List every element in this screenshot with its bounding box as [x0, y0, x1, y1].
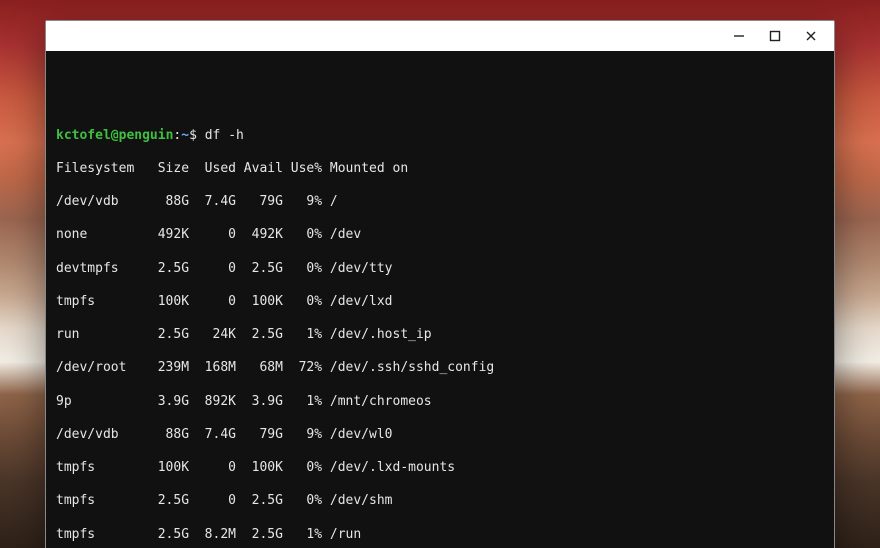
- cell-mount: /dev: [322, 227, 361, 244]
- cell-used: 892K: [189, 394, 236, 411]
- titlebar: [46, 21, 834, 51]
- cell-mount: /dev/.lxd-mounts: [322, 460, 455, 477]
- header-mounted: Mounted on: [322, 161, 408, 178]
- command-text: df -h: [205, 128, 244, 143]
- cell-filesystem: tmpfs: [56, 493, 142, 510]
- table-row: 9p3.9G892K3.9G1%/mnt/chromeos: [56, 394, 824, 411]
- cell-size: 2.5G: [142, 327, 189, 344]
- table-row: tmpfs100K0100K0%/dev/.lxd-mounts: [56, 460, 824, 477]
- table-row: none492K0492K0%/dev: [56, 227, 824, 244]
- cell-filesystem: /dev/root: [56, 360, 142, 377]
- cell-mount: /dev/.ssh/sshd_config: [322, 360, 494, 377]
- cell-filesystem: 9p: [56, 394, 142, 411]
- prompt-path: ~: [181, 128, 189, 143]
- table-row: /dev/root239M168M68M72%/dev/.ssh/sshd_co…: [56, 360, 824, 377]
- cell-usepct: 0%: [283, 294, 322, 311]
- terminal-pane[interactable]: kctofel@penguin:~$ df -h FilesystemSizeU…: [46, 51, 834, 548]
- cell-mount: /dev/.host_ip: [322, 327, 432, 344]
- cell-used: 8.2M: [189, 527, 236, 544]
- cell-avail: 492K: [236, 227, 283, 244]
- cell-mount: /mnt/chromeos: [322, 394, 432, 411]
- cell-usepct: 0%: [283, 493, 322, 510]
- cell-mount: /dev/tty: [322, 261, 392, 278]
- cell-size: 100K: [142, 460, 189, 477]
- cell-avail: 68M: [236, 360, 283, 377]
- cell-size: 239M: [142, 360, 189, 377]
- cell-filesystem: run: [56, 327, 142, 344]
- table-row: devtmpfs2.5G02.5G0%/dev/tty: [56, 261, 824, 278]
- cell-filesystem: none: [56, 227, 142, 244]
- minimize-button[interactable]: [722, 24, 756, 48]
- cell-mount: /: [322, 194, 338, 211]
- prompt-line-1: kctofel@penguin:~$ df -h: [56, 111, 824, 144]
- cell-filesystem: /dev/vdb: [56, 194, 142, 211]
- cell-usepct: 0%: [283, 261, 322, 278]
- cell-filesystem: tmpfs: [56, 527, 142, 544]
- cell-size: 492K: [142, 227, 189, 244]
- header-size: Size: [142, 161, 189, 178]
- cell-usepct: 0%: [283, 460, 322, 477]
- header-used: Used: [189, 161, 236, 178]
- cell-avail: 79G: [236, 194, 283, 211]
- cell-usepct: 1%: [283, 527, 322, 544]
- table-row: tmpfs2.5G8.2M2.5G1%/run: [56, 527, 824, 544]
- prompt-dollar: $: [189, 128, 197, 143]
- cell-usepct: 1%: [283, 394, 322, 411]
- close-button[interactable]: [794, 24, 828, 48]
- cell-avail: 2.5G: [236, 527, 283, 544]
- cell-used: 0: [189, 493, 236, 510]
- cell-avail: 100K: [236, 460, 283, 477]
- cell-usepct: 0%: [283, 227, 322, 244]
- cell-avail: 2.5G: [236, 493, 283, 510]
- cell-used: 0: [189, 261, 236, 278]
- cell-used: 168M: [189, 360, 236, 377]
- cell-used: 7.4G: [189, 194, 236, 211]
- cell-usepct: 9%: [283, 427, 322, 444]
- header-filesystem: Filesystem: [56, 161, 142, 178]
- maximize-button[interactable]: [758, 24, 792, 48]
- cell-usepct: 72%: [283, 360, 322, 377]
- cell-mount: /dev/lxd: [322, 294, 392, 311]
- cell-used: 0: [189, 294, 236, 311]
- cell-size: 2.5G: [142, 261, 189, 278]
- header-avail: Avail: [236, 161, 283, 178]
- cell-filesystem: tmpfs: [56, 294, 142, 311]
- cell-size: 88G: [142, 427, 189, 444]
- cell-used: 0: [189, 460, 236, 477]
- cell-size: 100K: [142, 294, 189, 311]
- cell-used: 24K: [189, 327, 236, 344]
- cell-size: 2.5G: [142, 493, 189, 510]
- table-row: tmpfs2.5G02.5G0%/dev/shm: [56, 493, 824, 510]
- cell-avail: 2.5G: [236, 327, 283, 344]
- table-row: /dev/vdb88G7.4G79G9%/dev/wl0: [56, 427, 824, 444]
- cell-size: 88G: [142, 194, 189, 211]
- cell-filesystem: devtmpfs: [56, 261, 142, 278]
- cell-avail: 100K: [236, 294, 283, 311]
- cell-usepct: 9%: [283, 194, 322, 211]
- header-usepct: Use%: [283, 161, 322, 178]
- table-row: /dev/vdb88G7.4G79G9%/: [56, 194, 824, 211]
- cell-avail: 2.5G: [236, 261, 283, 278]
- cell-avail: 79G: [236, 427, 283, 444]
- cell-mount: /dev/wl0: [322, 427, 392, 444]
- cell-avail: 3.9G: [236, 394, 283, 411]
- table-row: run2.5G24K2.5G1%/dev/.host_ip: [56, 327, 824, 344]
- cell-mount: /dev/shm: [322, 493, 392, 510]
- cell-used: 7.4G: [189, 427, 236, 444]
- cell-size: 3.9G: [142, 394, 189, 411]
- cell-usepct: 1%: [283, 327, 322, 344]
- terminal-window: kctofel@penguin:~$ df -h FilesystemSizeU…: [45, 20, 835, 548]
- cell-size: 2.5G: [142, 527, 189, 544]
- table-header: FilesystemSizeUsedAvailUse%Mounted on: [56, 161, 824, 178]
- cell-filesystem: tmpfs: [56, 460, 142, 477]
- prompt-user: kctofel@penguin: [56, 128, 173, 143]
- cell-filesystem: /dev/vdb: [56, 427, 142, 444]
- cell-used: 0: [189, 227, 236, 244]
- cell-mount: /run: [322, 527, 361, 544]
- table-row: tmpfs100K0100K0%/dev/lxd: [56, 294, 824, 311]
